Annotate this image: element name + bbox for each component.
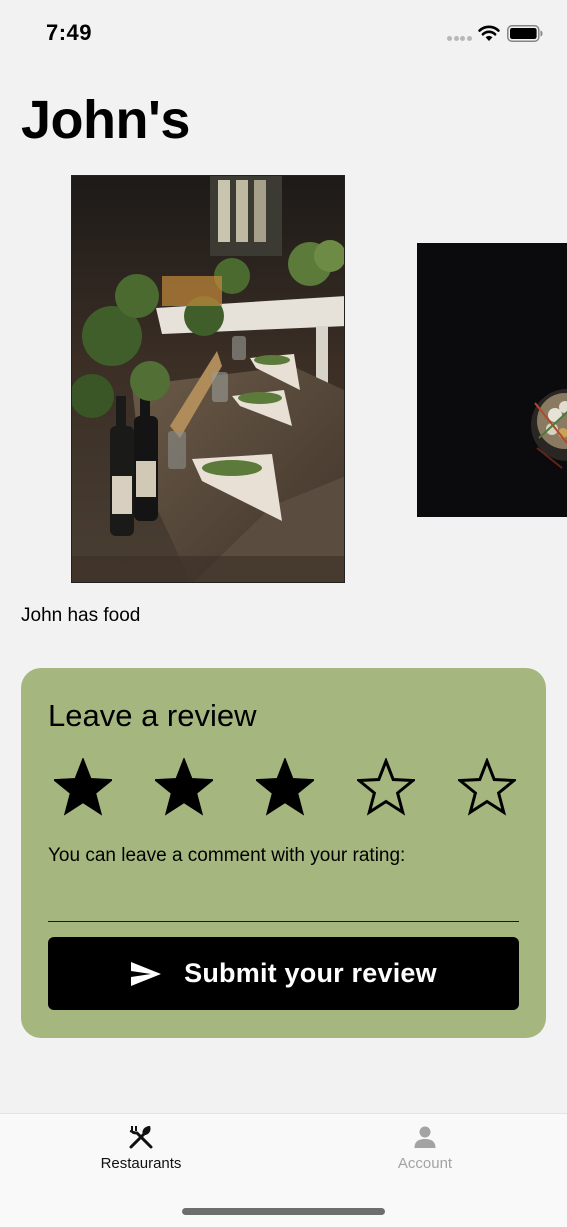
tab-restaurants[interactable]: Restaurants (41, 1122, 241, 1192)
comment-input[interactable] (48, 880, 519, 922)
star-outline-icon[interactable] (357, 758, 415, 816)
star-filled-icon[interactable] (54, 758, 112, 816)
star-filled-icon[interactable] (256, 758, 314, 816)
comment-label: You can leave a comment with your rating… (48, 845, 406, 866)
photo-carousel[interactable] (0, 170, 567, 590)
tab-account[interactable]: Account (325, 1122, 525, 1192)
star-filled-icon[interactable] (155, 758, 213, 816)
photo-dark-dish[interactable] (417, 243, 567, 517)
signal-dots-icon (447, 36, 473, 42)
photo-rustic-dining-table[interactable] (71, 175, 345, 583)
status-time: 7:49 (46, 20, 93, 45)
app-screen: 7:49 John's John has food Leave a review… (0, 0, 567, 1227)
tab-restaurants-label: Restaurants (100, 1155, 182, 1172)
star-rating[interactable] (48, 758, 528, 818)
send-icon (131, 961, 162, 986)
status-bar: 7:49 (0, 0, 567, 68)
battery-full-icon (507, 25, 543, 42)
submit-label: Submit your review (184, 958, 437, 988)
fork-knife-icon (129, 1126, 153, 1149)
wifi-icon (478, 25, 500, 41)
person-icon (414, 1126, 436, 1148)
tab-account-label: Account (397, 1155, 453, 1172)
restaurant-description: John has food (21, 605, 141, 626)
page-title: John's (21, 90, 190, 150)
review-card: Leave a review You can leave a comment w… (21, 668, 546, 1038)
home-indicator[interactable] (182, 1208, 385, 1215)
review-title: Leave a review (48, 698, 257, 733)
submit-review-button[interactable]: Submit your review (48, 937, 519, 1010)
star-outline-icon[interactable] (458, 758, 516, 816)
